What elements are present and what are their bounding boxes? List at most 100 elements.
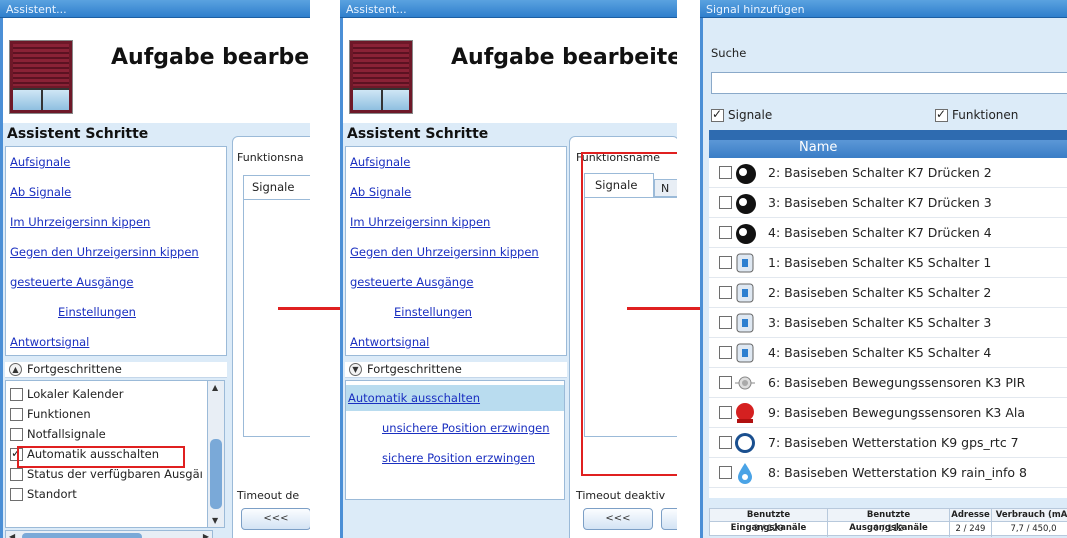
checkbox[interactable] <box>719 436 732 449</box>
column-name[interactable]: Name <box>799 140 837 155</box>
list-item-label: Funktionen <box>27 407 91 421</box>
signal-dialog: Signal hinzufügen Suche Signale Funktion… <box>700 0 1067 538</box>
table-row[interactable]: 4: Basiseben Schalter K5 Schalter 4 <box>709 338 1067 368</box>
row-label: 4: Basiseben Schalter K7 Drücken 4 <box>768 225 992 240</box>
advanced-toggle[interactable]: ▼ Fortgeschrittene <box>345 362 567 378</box>
table-row[interactable]: 3: Basiseben Schalter K5 Schalter 3 <box>709 308 1067 338</box>
row-label: 8: Basiseben Wetterstation K9 rain_info … <box>768 465 1027 480</box>
checkbox[interactable] <box>719 406 732 419</box>
step-link[interactable]: Einstellungen <box>394 305 472 319</box>
advanced-link[interactable]: sichere Position erzwingen <box>382 451 535 465</box>
filter-label: Signale <box>728 108 773 122</box>
filter-functions[interactable]: Funktionen <box>935 106 1018 124</box>
scroll-up-icon[interactable]: ▲ <box>212 383 218 392</box>
advanced-item-selected[interactable]: Automatik ausschalten <box>346 385 564 411</box>
advanced-link[interactable]: Automatik ausschalten <box>348 391 480 405</box>
table-row[interactable]: 4: Basiseben Schalter K7 Drücken 4 <box>709 218 1067 248</box>
step-link[interactable]: Im Uhrzeigersinn kippen <box>350 215 490 229</box>
scroll-right-icon[interactable]: ▶ <box>203 532 209 538</box>
push-button-icon <box>734 222 756 244</box>
row-label: 2: Basiseben Schalter K7 Drücken 2 <box>768 165 992 180</box>
table-row[interactable]: 6: Basiseben Bewegungssensoren K3 PIR <box>709 368 1067 398</box>
steps-title: Assistent Schritte <box>7 126 149 142</box>
row-label: 4: Basiseben Schalter K5 Schalter 4 <box>768 345 992 360</box>
row-label: 9: Basiseben Bewegungssensoren K3 Ala <box>768 405 1026 420</box>
signals-list-area <box>243 199 310 437</box>
gps-icon <box>734 432 756 454</box>
step-link[interactable]: Ab Signale <box>10 185 71 199</box>
checkbox[interactable] <box>10 427 23 441</box>
footer-value: 0 / 112 <box>873 524 904 534</box>
checkbox[interactable] <box>10 407 23 421</box>
list-item[interactable]: Lokaler Kalender <box>10 385 123 403</box>
panel-body: Aufgabe bearbei Assistent Schritte Aufsi… <box>0 18 310 538</box>
list-item[interactable]: Funktionen <box>10 405 91 423</box>
search-label: Suche <box>711 46 747 60</box>
checkbox[interactable] <box>719 166 732 179</box>
step-link[interactable]: gesteuerte Ausgänge <box>10 275 133 289</box>
footer-value: 7,7 / 450,0 <box>1010 524 1057 534</box>
table-row[interactable]: 9: Basiseben Bewegungssensoren K3 Ala <box>709 398 1067 428</box>
wizard-panel-1: Assistent... Aufgabe bearbei Assistent S… <box>0 0 310 538</box>
table-row[interactable]: 2: Basiseben Schalter K7 Drücken 2 <box>709 158 1067 188</box>
previous-button[interactable]: <<< <box>241 508 310 530</box>
switch-icon <box>734 342 756 364</box>
horizontal-scrollbar[interactable]: ◀ ▶ <box>5 530 213 538</box>
checkbox[interactable] <box>719 286 732 299</box>
steps-list: Aufsignale Ab Signale Im Uhrzeigersinn k… <box>345 146 567 356</box>
step-link[interactable]: Aufsignale <box>10 155 70 169</box>
step-link[interactable]: Gegen den Uhrzeigersinn kippen <box>350 245 539 259</box>
step-link[interactable]: Antwortsignal <box>10 335 89 349</box>
rain-icon <box>734 462 756 484</box>
step-link[interactable]: Im Uhrzeigersinn kippen <box>10 215 150 229</box>
list-item[interactable]: Standort <box>10 485 77 503</box>
checkbox[interactable] <box>10 467 23 481</box>
page-title: Aufgabe bearbei <box>111 45 310 70</box>
table-row[interactable]: 2: Basiseben Schalter K5 Schalter 2 <box>709 278 1067 308</box>
list-item-label: Standort <box>27 487 77 501</box>
checkbox[interactable] <box>719 196 732 209</box>
table-row[interactable]: 1: Basiseben Schalter K5 Schalter 1 <box>709 248 1067 278</box>
signals-table: 2: Basiseben Schalter K7 Drücken 2 3: Bas… <box>709 158 1067 498</box>
function-name-label: Funktionsna <box>237 151 304 164</box>
row-label: 3: Basiseben Schalter K7 Drücken 3 <box>768 195 992 210</box>
checkbox[interactable] <box>719 346 732 359</box>
table-row[interactable]: 8: Basiseben Wetterstation K9 rain_info … <box>709 458 1067 488</box>
list-item-label: Lokaler Kalender <box>27 387 124 401</box>
footer-header: Verbrauch (mA) <box>992 509 1067 522</box>
wizard-panel-2: Assistent... Aufgabe bearbeite Assistent… <box>340 0 677 538</box>
checkbox[interactable] <box>719 316 732 329</box>
vertical-scrollbar[interactable]: ▲ ▼ <box>207 380 225 528</box>
table-row[interactable]: 3: Basiseben Schalter K7 Drücken 3 <box>709 188 1067 218</box>
step-link[interactable]: Ab Signale <box>350 185 411 199</box>
timeout-label: Timeout deaktiv <box>576 489 666 502</box>
filter-signals[interactable]: Signale <box>711 106 772 124</box>
step-link[interactable]: Gegen den Uhrzeigersinn kippen <box>10 245 199 259</box>
next-button[interactable] <box>661 508 677 530</box>
checkbox[interactable] <box>10 387 23 401</box>
header-area: Aufgabe bearbei <box>3 18 310 123</box>
advanced-toggle[interactable]: ▲ Fortgeschrittene <box>5 362 227 378</box>
checkbox-checked[interactable] <box>935 107 948 122</box>
step-link[interactable]: Aufsignale <box>350 155 410 169</box>
checkbox[interactable] <box>10 487 23 501</box>
previous-button[interactable]: <<< <box>583 508 653 530</box>
checkbox-checked[interactable] <box>711 107 724 122</box>
tab-signals[interactable]: Signale <box>243 175 310 199</box>
step-link[interactable]: Antwortsignal <box>350 335 429 349</box>
list-item[interactable]: Notfallsignale <box>10 425 106 443</box>
search-input[interactable] <box>711 72 1067 94</box>
table-row[interactable]: 7: Basiseben Wetterstation K9 gps_rtc 7 <box>709 428 1067 458</box>
advanced-link[interactable]: unsichere Position erzwingen <box>382 421 549 435</box>
step-link[interactable]: gesteuerte Ausgänge <box>350 275 473 289</box>
checkbox[interactable] <box>719 466 732 479</box>
scroll-left-icon[interactable]: ◀ <box>9 532 15 538</box>
advanced-label: Fortgeschrittene <box>27 362 122 376</box>
checkbox[interactable] <box>719 376 732 389</box>
scroll-down-icon[interactable]: ▼ <box>212 516 218 525</box>
checkbox[interactable] <box>719 226 732 239</box>
step-link[interactable]: Einstellungen <box>58 305 136 319</box>
row-label: 7: Basiseben Wetterstation K9 gps_rtc 7 <box>768 435 1019 450</box>
window-title: Signal hinzufügen <box>700 0 1067 18</box>
checkbox[interactable] <box>719 256 732 269</box>
